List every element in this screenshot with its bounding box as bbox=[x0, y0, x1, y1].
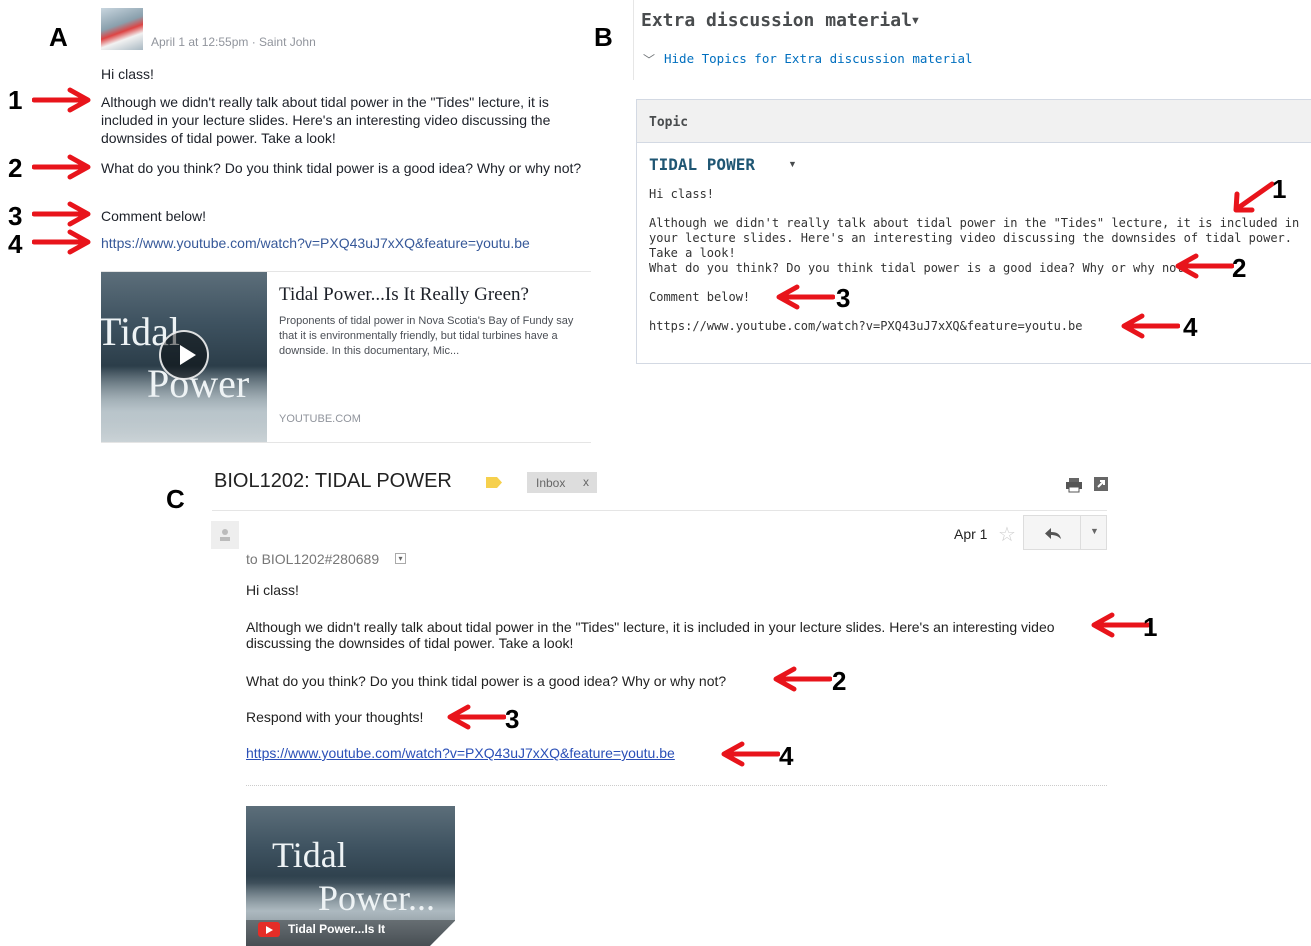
thumbnail-caption: Tidal Power...Is It bbox=[288, 922, 386, 936]
hide-topics-link[interactable]: Hide Topics for Extra discussion materia… bbox=[664, 51, 973, 66]
email-recipient: to BIOL1202#280689 bbox=[246, 551, 380, 567]
post-paragraph-2: What do you think? Do you think tidal po… bbox=[101, 160, 582, 176]
annotation-number: 4 bbox=[779, 741, 794, 771]
annotation-number: 2 bbox=[1232, 253, 1247, 283]
annotation-number: 3 bbox=[8, 201, 23, 231]
link-preview-card[interactable]: Tidal Power Tidal Power...Is It Really G… bbox=[101, 271, 591, 443]
remove-label-button[interactable]: x bbox=[583, 475, 589, 489]
star-icon[interactable]: ☆ bbox=[998, 522, 1016, 547]
left-arrow-icon bbox=[773, 666, 832, 692]
left-arrow-icon bbox=[1175, 253, 1234, 279]
thumbnail-word-tidal: Tidal bbox=[272, 835, 347, 875]
right-arrow-icon bbox=[32, 201, 91, 227]
inbox-label-text: Inbox bbox=[536, 476, 566, 490]
chevron-down-icon[interactable]: ▼ bbox=[788, 159, 797, 169]
annotation-number: 1 bbox=[8, 85, 23, 115]
panel-label-b: B bbox=[594, 22, 613, 52]
left-arrow-icon bbox=[776, 284, 835, 310]
topic-paragraph-3: Comment below! bbox=[649, 290, 751, 304]
topic-column-header: Topic bbox=[649, 115, 689, 130]
chevron-down-icon: ﹀ bbox=[643, 53, 656, 67]
annotation-number: 3 bbox=[836, 283, 851, 313]
annotation-number: 2 bbox=[8, 153, 23, 183]
post-paragraph-1: Although we didn't really talk about tid… bbox=[101, 94, 551, 146]
discussion-forum-title[interactable]: Extra discussion material bbox=[641, 10, 912, 31]
email-paragraph-1: Although we didn't really talk about tid… bbox=[246, 619, 1055, 651]
left-arrow-icon bbox=[721, 741, 780, 767]
topic-title[interactable]: TIDAL POWER bbox=[649, 155, 755, 174]
annotation-number: 1 bbox=[1272, 174, 1287, 204]
topic-greeting: Hi class! bbox=[649, 187, 715, 201]
post-greeting: Hi class! bbox=[101, 66, 154, 82]
email-paragraph-2: What do you think? Do you think tidal po… bbox=[246, 673, 727, 689]
email-subject: BIOL1202: TIDAL POWER bbox=[214, 470, 452, 492]
label-tag-icon[interactable] bbox=[485, 476, 503, 489]
left-arrow-icon bbox=[1091, 612, 1150, 638]
annotation-number: 3 bbox=[505, 704, 520, 734]
left-arrow-icon bbox=[1121, 313, 1180, 339]
play-icon[interactable] bbox=[159, 330, 209, 380]
right-arrow-icon bbox=[32, 87, 91, 113]
more-actions-button[interactable]: ▼ bbox=[1080, 515, 1107, 550]
inbox-label-chip[interactable]: Inbox x bbox=[527, 472, 597, 493]
video-thumbnail[interactable]: Tidal Power bbox=[101, 272, 267, 442]
preview-source: YOUTUBE.COM bbox=[279, 413, 361, 425]
post-link[interactable]: https://www.youtube.com/watch?v=PXQ43uJ7… bbox=[101, 234, 530, 252]
panel-label-c: C bbox=[166, 484, 185, 514]
print-icon[interactable] bbox=[1065, 477, 1083, 493]
right-arrow-icon bbox=[32, 154, 91, 180]
open-new-window-icon[interactable] bbox=[1093, 476, 1109, 492]
preview-description: Proponents of tidal power in Nova Scotia… bbox=[279, 315, 574, 357]
thumbnail-word-power: Power... bbox=[318, 878, 435, 918]
email-paragraph-3: Respond with your thoughts! bbox=[246, 709, 424, 725]
right-arrow-icon bbox=[32, 229, 91, 255]
chevron-down-icon[interactable]: ▼ bbox=[910, 15, 921, 27]
annotation-number: 2 bbox=[832, 666, 847, 696]
email-greeting: Hi class! bbox=[246, 582, 299, 598]
reply-button[interactable] bbox=[1023, 515, 1081, 550]
show-details-dropdown[interactable]: ▾ bbox=[395, 553, 406, 564]
annotation-number: 1 bbox=[1143, 612, 1158, 642]
topic-link[interactable]: https://www.youtube.com/watch?v=PXQ43uJ7… bbox=[649, 319, 1082, 334]
annotation-number: 4 bbox=[1183, 312, 1198, 342]
preview-title[interactable]: Tidal Power...Is It Really Green? bbox=[279, 284, 579, 306]
email-date: Apr 1 bbox=[954, 526, 988, 542]
diagonal-arrow-icon bbox=[1233, 181, 1275, 213]
panel-label-a: A bbox=[49, 22, 68, 52]
post-paragraph-3: Comment below! bbox=[101, 208, 207, 224]
reply-icon bbox=[1045, 528, 1061, 539]
avatar[interactable] bbox=[211, 521, 239, 549]
post-timestamp[interactable]: April 1 at 12:55pm · Saint John bbox=[151, 35, 316, 49]
video-thumbnail[interactable]: Tidal Power... Tidal Power...Is It bbox=[246, 806, 455, 946]
annotation-number: 4 bbox=[8, 229, 23, 259]
youtube-logo-icon bbox=[258, 922, 280, 937]
chevron-down-icon: ▼ bbox=[1090, 526, 1099, 536]
email-link[interactable]: https://www.youtube.com/watch?v=PXQ43uJ7… bbox=[246, 745, 675, 761]
avatar[interactable] bbox=[101, 8, 143, 50]
topic-paragraph-2: What do you think? Do you think tidal po… bbox=[649, 261, 1191, 275]
left-arrow-icon bbox=[447, 704, 506, 730]
